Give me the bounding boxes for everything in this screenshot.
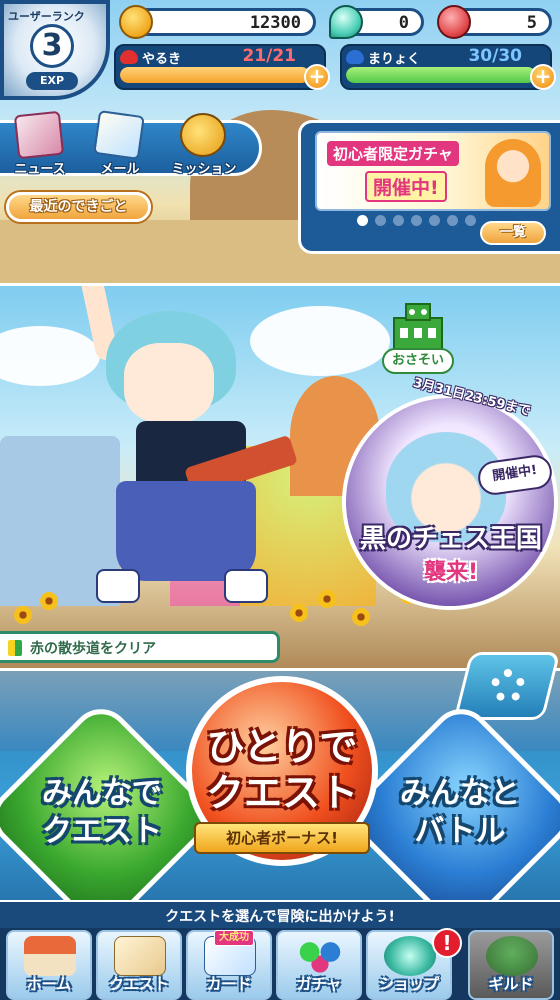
banner-page-dot[interactable] [357, 215, 368, 226]
coin-counter: 12300 [119, 5, 316, 39]
ticket-value: 5 [526, 13, 537, 33]
hint-bar: クエストを選んで冒険に出かけよう! [0, 900, 560, 928]
sunflower [352, 608, 370, 626]
news-label: ニュース [14, 162, 66, 177]
multi-quest-line2: クエスト [42, 814, 162, 849]
map-icon [114, 936, 166, 976]
maryoku-label: まりょく [368, 52, 421, 67]
red-puyo-icon [120, 50, 138, 64]
gacha-banner-panel: 初心者限定ガチャ 開催中! 一覧 [298, 120, 560, 254]
battle-line2: バトル [414, 814, 506, 849]
mission-label: ミッション [171, 162, 237, 177]
gacha-title: 初心者限定ガチャ [327, 141, 459, 166]
yaruki-gauge[interactable]: やるき 21/21 + [114, 44, 330, 90]
coin-icon [119, 5, 153, 39]
gem-icon [329, 5, 363, 39]
gacha-character [485, 139, 541, 207]
clear-status-bar: 赤の散歩道をクリア [0, 631, 280, 663]
newspaper-icon [13, 110, 65, 160]
coin-value: 12300 [249, 13, 301, 33]
nav-guild[interactable]: ギルド [468, 930, 554, 1000]
invite-label[interactable]: おさそい [382, 348, 454, 374]
yaruki-fill [120, 67, 310, 83]
nav-card-label: カード [206, 975, 252, 993]
nav-home[interactable]: ホーム [6, 930, 92, 1000]
clear-status-text: 赤の散歩道をクリア [30, 641, 156, 657]
guild-icon [486, 936, 538, 976]
banner-page-dot[interactable] [429, 215, 440, 226]
maryoku-track [346, 67, 536, 83]
character-pants [116, 481, 256, 581]
event-title: 黒のチェス王国 [359, 524, 542, 554]
mail-button[interactable]: メール [80, 110, 160, 177]
banner-page-dot[interactable] [411, 215, 422, 226]
gem-value: 0 [398, 13, 409, 33]
exp-label: EXP [26, 72, 78, 90]
maryoku-fill [346, 67, 536, 83]
main-character[interactable] [56, 286, 316, 631]
hint-text: クエストを選んで冒険に出かけよう! [165, 909, 395, 925]
gear-icon [491, 669, 525, 703]
bottom-navbar: ホーム クエスト カード ガチャ ショップ ギルド [0, 928, 560, 1000]
yaruki-value: 21/21 [242, 46, 296, 66]
gem-shop-icon [384, 936, 436, 976]
nav-guild-label: ギルド [488, 975, 534, 993]
meat-icon [437, 5, 471, 39]
character-face [124, 343, 214, 423]
maryoku-gauge[interactable]: まりょく 30/30 + [340, 44, 556, 90]
yaruki-label: やるき [142, 52, 182, 67]
banner-page-dot[interactable] [447, 215, 458, 226]
gacha-subtitle: 開催中! [365, 171, 447, 202]
shop-alert-icon: ! [432, 928, 462, 958]
mail-label: メール [100, 162, 140, 177]
news-button[interactable]: ニュース [0, 110, 80, 177]
nav-shop-label: ショップ [378, 975, 439, 993]
event-scene: おさそい 3月31日23:59まで 開催中! 黒のチェス王国 襲来! 赤の散歩道… [0, 283, 560, 668]
house-icon [24, 936, 76, 976]
nav-quest-label: クエスト [108, 975, 169, 993]
gacha-banner[interactable]: 初心者限定ガチャ 開催中! [315, 131, 551, 211]
event-subtitle: 襲来! [423, 560, 479, 585]
nav-home-label: ホーム [26, 975, 72, 993]
beginner-leaf-icon [8, 640, 22, 656]
card-badge: 大成功 [214, 930, 254, 946]
maryoku-plus-button[interactable]: + [530, 64, 556, 90]
maryoku-value: 30/30 [468, 46, 522, 66]
medal-icon [180, 113, 226, 157]
character-shoe [224, 569, 268, 603]
yaruki-plus-button[interactable]: + [304, 64, 330, 90]
mail-icon [93, 110, 145, 160]
sunflower [318, 590, 336, 608]
yaruki-track [120, 67, 310, 83]
banner-page-dot[interactable] [393, 215, 404, 226]
ticket-counter: 5 [437, 5, 552, 39]
rank-value: 3 [30, 24, 74, 68]
character-shoe [96, 569, 140, 603]
beginner-bonus-tag: 初心者ボーナス! [194, 822, 370, 854]
nav-gacha-label: ガチャ [296, 975, 342, 993]
banner-page-dot[interactable] [375, 215, 386, 226]
mission-button[interactable]: ミッション [164, 113, 244, 177]
gem-counter: 0 [329, 5, 424, 39]
puyo-gacha-icon [294, 936, 346, 976]
list-button[interactable]: 一覧 [480, 221, 546, 245]
rank-label: ユーザーランク [8, 10, 85, 23]
solo-quest-line2: クエスト [205, 771, 358, 815]
blue-puyo-icon [346, 50, 364, 64]
banner-page-dot[interactable] [465, 215, 476, 226]
nav-gacha[interactable]: ガチャ [276, 930, 362, 1000]
recent-events-button[interactable]: 最近のできごと [6, 192, 151, 222]
sunflower [14, 606, 32, 624]
nav-quest[interactable]: クエスト [96, 930, 182, 1000]
